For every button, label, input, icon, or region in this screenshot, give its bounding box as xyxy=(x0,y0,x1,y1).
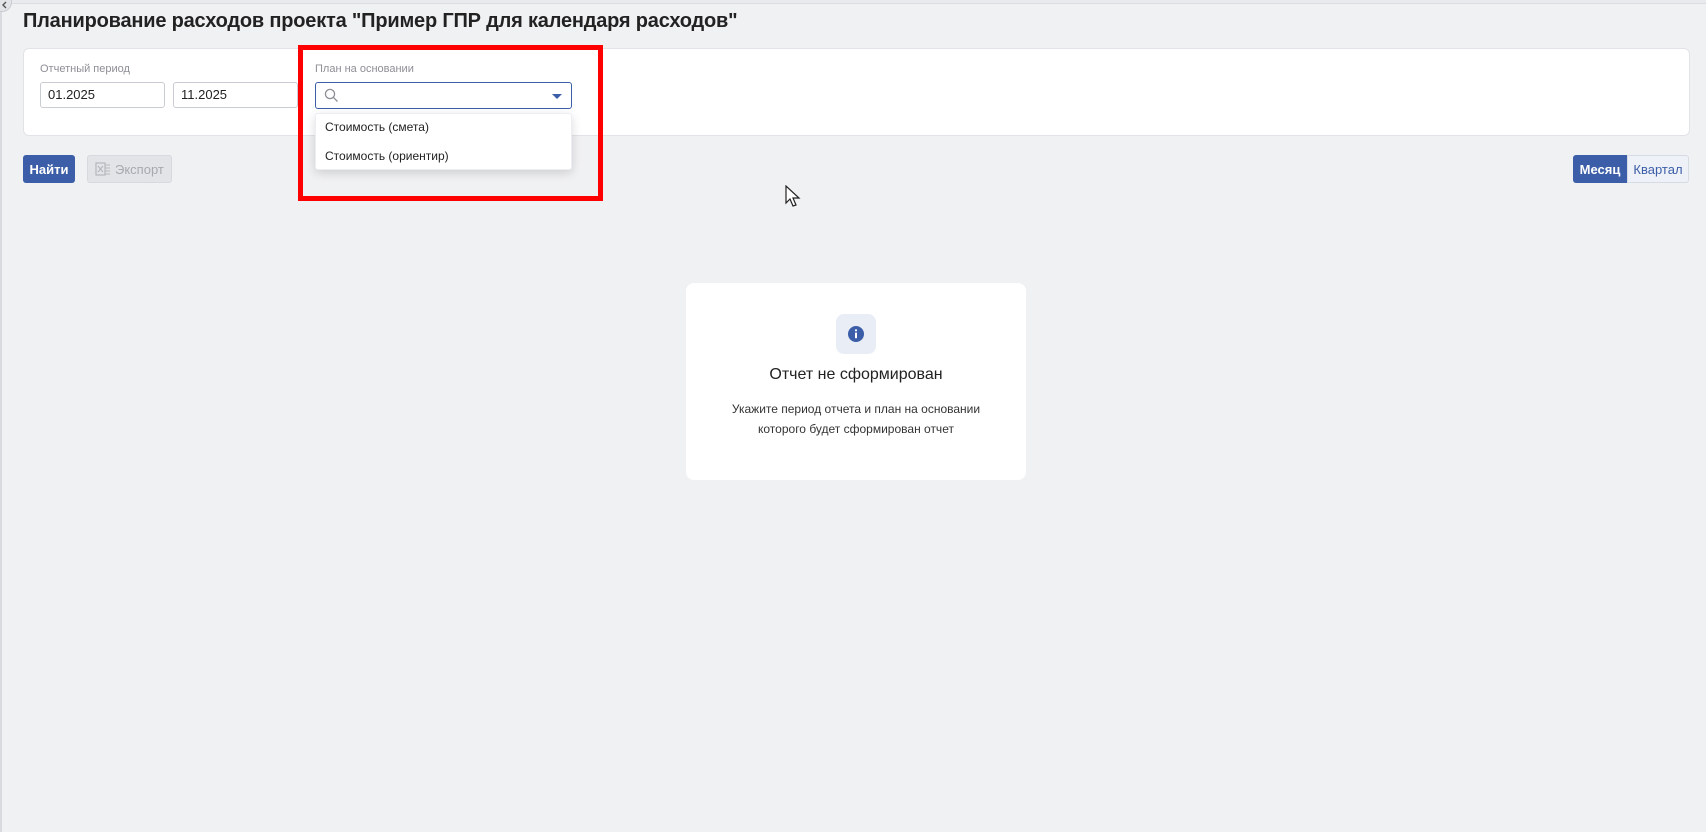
view-month-button[interactable]: Месяц xyxy=(1573,155,1627,183)
collapse-sidebar-button[interactable] xyxy=(0,0,12,12)
export-button[interactable]: Экспорт xyxy=(87,155,172,183)
chevron-left-icon xyxy=(2,1,7,9)
export-label: Экспорт xyxy=(115,161,164,177)
empty-state-line-1: Укажите период отчета и план на основани… xyxy=(731,402,981,416)
mouse-cursor-icon xyxy=(785,185,801,207)
find-button[interactable]: Найти xyxy=(23,155,75,183)
search-icon xyxy=(324,88,338,102)
plan-option-estimate[interactable]: Стоимость (смета) xyxy=(325,120,429,134)
top-border xyxy=(0,0,1706,4)
plan-dropdown-menu: Стоимость (смета) Стоимость (ориентир) xyxy=(315,113,572,170)
info-icon xyxy=(836,314,876,354)
period-from-input[interactable]: 01.2025 xyxy=(40,82,165,108)
left-border xyxy=(0,0,2,832)
empty-state-title: Отчет не сформирован xyxy=(769,366,943,383)
empty-state-card: Отчет не сформирован Укажите период отче… xyxy=(686,283,1026,480)
empty-state-text: Укажите период отчета и план на основани… xyxy=(686,399,1026,439)
plan-label: План на основании xyxy=(315,63,414,75)
empty-state-line-2: которого будет сформирован отчет xyxy=(758,422,954,436)
chevron-down-icon[interactable] xyxy=(552,94,562,99)
plan-select[interactable] xyxy=(315,82,572,109)
period-to-input[interactable]: 11.2025 xyxy=(173,82,298,108)
excel-icon xyxy=(95,162,110,176)
period-label: Отчетный период xyxy=(40,63,130,75)
plan-option-target[interactable]: Стоимость (ориентир) xyxy=(325,149,449,163)
view-quarter-button[interactable]: Квартал xyxy=(1627,155,1689,183)
page-title: Планирование расходов проекта "Пример ГП… xyxy=(23,10,738,32)
